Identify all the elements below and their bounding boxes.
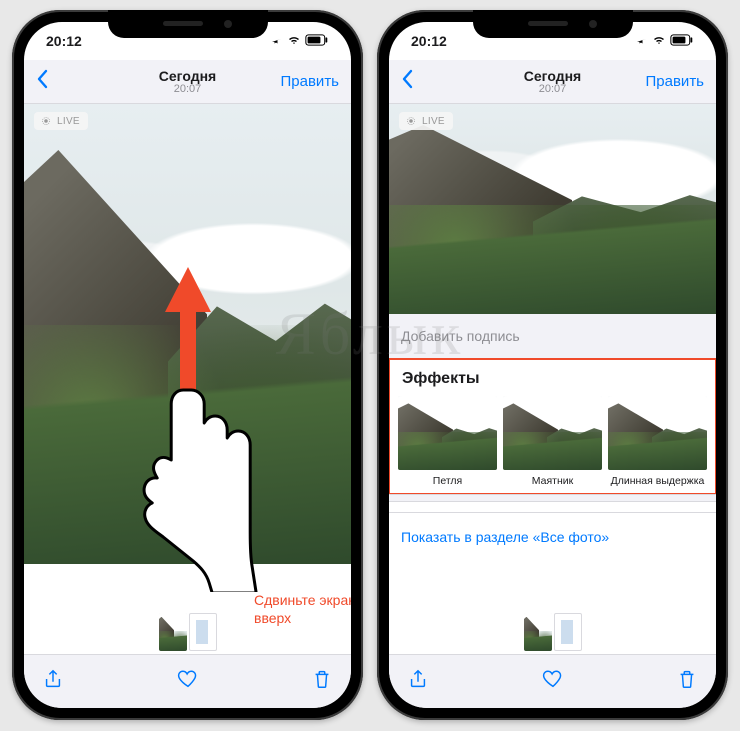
add-caption-field[interactable]: Добавить подпись <box>389 314 716 359</box>
thumbnail[interactable] <box>554 613 582 651</box>
battery-icon <box>305 33 329 49</box>
screen-left: 20:12 Сегодня <box>24 22 351 708</box>
section-spacer <box>389 494 716 502</box>
live-badge: LIVE <box>399 112 453 130</box>
toolbar <box>389 654 716 708</box>
delete-button[interactable] <box>676 668 698 695</box>
thumbnail[interactable] <box>189 613 217 651</box>
live-photo[interactable] <box>389 104 716 314</box>
photo-details-sheet[interactable]: LIVE Добавить подпись Эффекты Петля Маят… <box>389 104 716 654</box>
effect-label: Петля <box>433 475 462 487</box>
live-label: LIVE <box>422 116 445 127</box>
share-button[interactable] <box>42 668 64 695</box>
device-notch <box>108 10 268 38</box>
effect-long-exposure[interactable]: Длинная выдержка <box>608 396 707 487</box>
thumbnail-strip[interactable] <box>389 610 716 654</box>
live-icon <box>405 115 417 127</box>
status-icons <box>271 33 329 49</box>
nav-bar: Сегодня 20:07 Править <box>24 60 351 104</box>
live-icon <box>40 115 52 127</box>
swipe-hint-text: Сдвиньте экран вверх <box>254 592 351 627</box>
show-in-all-photos-link[interactable]: Показать в разделе «Все фото» <box>389 512 716 561</box>
effect-bounce[interactable]: Маятник <box>503 396 602 487</box>
airplane-mode-icon <box>636 33 648 49</box>
iphone-frame-right: 20:12 Сегодня <box>377 10 728 720</box>
wifi-icon <box>653 33 665 49</box>
hand-annotation <box>111 372 271 597</box>
heart-icon <box>177 668 199 690</box>
share-icon <box>407 668 429 690</box>
effect-loop[interactable]: Петля <box>398 396 497 487</box>
status-time: 20:12 <box>411 33 447 49</box>
thumbnail[interactable] <box>524 613 552 651</box>
favorite-button[interactable] <box>542 668 564 695</box>
back-button[interactable] <box>36 69 48 94</box>
iphone-frame-left: 20:12 Сегодня <box>12 10 363 720</box>
screen-right: 20:12 Сегодня <box>389 22 716 708</box>
toolbar <box>24 654 351 708</box>
share-icon <box>42 668 64 690</box>
nav-bar: Сегодня 20:07 Править <box>389 60 716 104</box>
device-notch <box>473 10 633 38</box>
effects-heading: Эффекты <box>402 370 703 388</box>
live-badge: LIVE <box>34 112 88 130</box>
edit-button[interactable]: Править <box>281 73 340 90</box>
heart-icon <box>542 668 564 690</box>
back-button[interactable] <box>401 69 413 94</box>
effect-label: Маятник <box>532 475 573 487</box>
effect-label: Длинная выдержка <box>611 475 705 487</box>
airplane-mode-icon <box>271 33 283 49</box>
favorite-button[interactable] <box>177 668 199 695</box>
trash-icon <box>311 668 333 690</box>
wifi-icon <box>288 33 300 49</box>
delete-button[interactable] <box>311 668 333 695</box>
trash-icon <box>676 668 698 690</box>
effects-panel: Эффекты Петля Маятник Длинная выдержк <box>389 358 716 495</box>
share-button[interactable] <box>407 668 429 695</box>
status-icons <box>636 33 694 49</box>
battery-icon <box>670 33 694 49</box>
live-label: LIVE <box>57 116 80 127</box>
thumbnail[interactable] <box>159 613 187 651</box>
status-time: 20:12 <box>46 33 82 49</box>
edit-button[interactable]: Править <box>646 73 705 90</box>
